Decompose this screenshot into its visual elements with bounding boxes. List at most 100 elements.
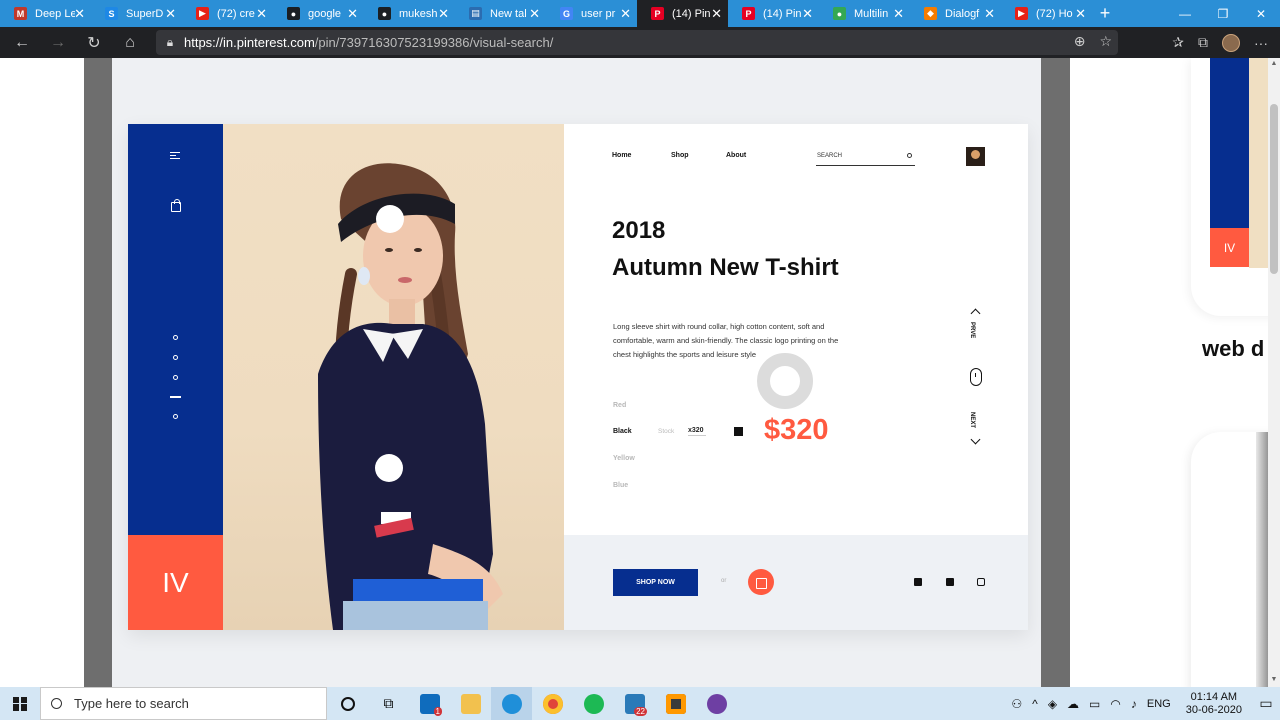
tab-close-icon[interactable]: ✕ xyxy=(620,6,631,22)
tab-close-icon[interactable]: ✕ xyxy=(1075,6,1086,22)
tab-label: (14) Pin xyxy=(763,7,802,20)
next-label[interactable]: NEXT xyxy=(969,412,975,428)
hotspot-dot[interactable] xyxy=(375,454,403,482)
task-view-icon[interactable]: ⧉ xyxy=(368,687,409,720)
shop-now-button[interactable]: SHOP NOW xyxy=(613,569,698,596)
tab-close-icon[interactable]: ✕ xyxy=(711,6,722,22)
color-option-black[interactable]: Black xyxy=(613,428,632,435)
address-bar[interactable]: 🔒︎ https://in.pinterest.com/pin/73971630… xyxy=(156,30,1118,55)
hotspot-dot[interactable] xyxy=(376,205,404,233)
scrollbar-thumb[interactable] xyxy=(1270,104,1278,274)
tab-close-icon[interactable]: ✕ xyxy=(984,6,995,22)
shopping-bag-icon xyxy=(171,199,181,212)
browser-tab[interactable]: ▶ (72) cre ✕ xyxy=(182,0,273,27)
github-icon[interactable] xyxy=(696,687,737,720)
mail-icon[interactable]: 1 xyxy=(409,687,450,720)
tab-close-icon[interactable]: ✕ xyxy=(74,6,85,22)
related-pin-title[interactable]: web d xyxy=(1202,336,1264,362)
browser-tab[interactable]: ◆ Dialogf ✕ xyxy=(910,0,1001,27)
twitter-icon[interactable] xyxy=(946,578,954,586)
volume-icon[interactable]: ♪ xyxy=(1131,697,1137,711)
lock-icon[interactable]: 🔒︎ xyxy=(156,35,184,50)
collections-icon[interactable]: ⧉ xyxy=(1198,34,1208,51)
nav-shop-link[interactable]: Shop xyxy=(671,152,689,159)
browser-tab[interactable]: Guser pr ✕ xyxy=(546,0,637,27)
tab-label: (72) cre xyxy=(217,7,255,20)
tab-close-icon[interactable]: ✕ xyxy=(438,6,449,22)
browser-tab[interactable]: ● Multilin ✕ xyxy=(819,0,910,27)
tab-close-icon[interactable]: ✕ xyxy=(893,6,904,22)
tab-favicon-icon: ● xyxy=(833,7,846,20)
home-icon[interactable]: ⌂ xyxy=(112,27,148,58)
start-button[interactable] xyxy=(0,687,40,720)
new-tab-button[interactable]: + xyxy=(1092,0,1118,27)
zoom-icon[interactable]: ⊕ xyxy=(1074,33,1086,50)
preview-number: IV xyxy=(1210,228,1249,267)
browser-tab[interactable]: P (14) Pin ✕ xyxy=(728,0,819,27)
app-icon[interactable]: 22 xyxy=(614,687,655,720)
battery-icon[interactable]: ▭ xyxy=(1089,697,1100,711)
scroll-up-icon[interactable]: ▲ xyxy=(1268,60,1280,67)
search-icon xyxy=(907,153,912,158)
tab-close-icon[interactable]: ✕ xyxy=(802,6,813,22)
chevron-up-icon[interactable] xyxy=(970,308,981,319)
color-option-blue[interactable]: Blue xyxy=(613,482,628,489)
back-icon[interactable]: ← xyxy=(4,27,40,58)
scrollbar[interactable]: ▲ ▼ xyxy=(1268,58,1280,687)
language-indicator[interactable]: ENG xyxy=(1147,698,1171,710)
product-year: 2018 xyxy=(612,217,666,244)
chrome-icon[interactable] xyxy=(532,687,573,720)
avatar[interactable] xyxy=(966,147,985,166)
design-search-input[interactable]: SEARCH xyxy=(816,150,915,166)
refresh-icon[interactable]: ↻ xyxy=(76,27,112,58)
favorites-icon[interactable]: ✰ xyxy=(1172,34,1184,51)
window-close-button[interactable]: ✕ xyxy=(1242,0,1280,27)
color-option-yellow[interactable]: Yellow xyxy=(613,455,635,462)
menu-icon xyxy=(170,152,180,162)
sublime-icon[interactable] xyxy=(655,687,696,720)
chevron-down-icon[interactable] xyxy=(970,434,981,445)
spotify-icon[interactable] xyxy=(573,687,614,720)
facebook-icon[interactable] xyxy=(914,578,922,586)
edge-icon[interactable] xyxy=(491,687,532,720)
browser-tab[interactable]: ● mukesh ✕ xyxy=(364,0,455,27)
dropbox-icon[interactable]: ◈ xyxy=(1048,697,1057,711)
tab-close-icon[interactable]: ✕ xyxy=(347,6,358,22)
nav-about-link[interactable]: About xyxy=(726,152,746,159)
prev-label[interactable]: PRVE xyxy=(969,322,975,338)
related-pin-preview[interactable]: IV xyxy=(1191,58,1280,316)
scroll-down-icon[interactable]: ▼ xyxy=(1268,676,1280,683)
color-option-red[interactable]: Red xyxy=(613,402,626,409)
forward-icon[interactable]: → xyxy=(40,27,76,58)
nav-home-link[interactable]: Home xyxy=(612,152,631,159)
mouse-scroll-icon xyxy=(970,368,982,386)
instagram-icon[interactable] xyxy=(977,578,985,586)
taskbar-search-input[interactable]: Type here to search xyxy=(40,687,327,720)
right-overlay xyxy=(1041,58,1070,687)
notification-icon[interactable]: ▭ xyxy=(1252,687,1280,720)
design-card[interactable]: IV Home Shop About SEARCH 2018 Autumn Ne… xyxy=(128,124,1028,630)
related-pin-preview-2[interactable] xyxy=(1191,432,1280,687)
maximize-button[interactable]: ❐ xyxy=(1204,0,1242,27)
cortana-icon[interactable] xyxy=(327,687,368,720)
tab-close-icon[interactable]: ✕ xyxy=(165,6,176,22)
onedrive-icon[interactable]: ☁ xyxy=(1067,697,1079,711)
people-icon[interactable]: ⚇ xyxy=(1011,697,1022,711)
file-explorer-icon[interactable] xyxy=(450,687,491,720)
favorite-star-icon[interactable]: ☆ xyxy=(1099,33,1112,50)
minimize-button[interactable]: — xyxy=(1166,0,1204,27)
tab-close-icon[interactable]: ✕ xyxy=(529,6,540,22)
browser-tab[interactable]: ● google ✕ xyxy=(273,0,364,27)
clock[interactable]: 01:14 AM 30-06-2020 xyxy=(1186,691,1242,717)
browser-tab[interactable]: P (14) Pin ✕ xyxy=(637,0,728,27)
profile-avatar[interactable] xyxy=(1222,33,1240,52)
browser-tab[interactable]: ▤ New tal ✕ xyxy=(455,0,546,27)
browser-tab[interactable]: S SuperD ✕ xyxy=(91,0,182,27)
wifi-icon[interactable]: ◠ xyxy=(1110,697,1120,711)
more-menu-icon[interactable]: ··· xyxy=(1254,35,1268,51)
browser-tab[interactable]: ▶ (72) Ho ✕ xyxy=(1001,0,1092,27)
tab-close-icon[interactable]: ✕ xyxy=(256,6,267,22)
browser-tab[interactable]: M Deep Le ✕ xyxy=(0,0,91,27)
chevron-up-icon[interactable]: ^ xyxy=(1032,697,1038,711)
cart-button[interactable] xyxy=(748,569,774,595)
